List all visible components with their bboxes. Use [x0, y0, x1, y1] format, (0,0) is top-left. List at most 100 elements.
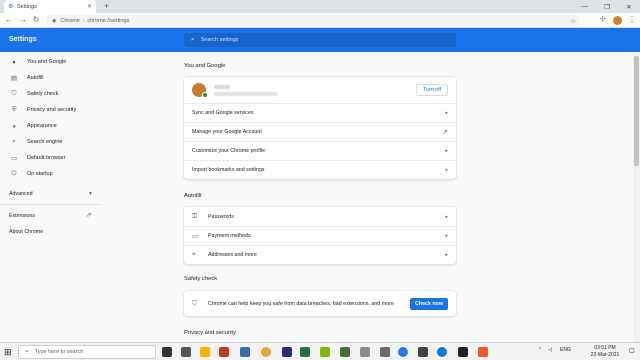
- photoshop-icon[interactable]: [282, 347, 292, 357]
- search-placeholder: Search settings: [200, 37, 239, 43]
- section-title-autofill: Autofill: [184, 193, 202, 199]
- search-icon: ⌕: [191, 36, 195, 43]
- settings-header: Settings ⌕ Search settings: [0, 28, 640, 52]
- sync-services-row[interactable]: Sync and Google services ▸: [184, 103, 456, 122]
- app-icon[interactable]: [398, 347, 408, 357]
- row-label: Passwords: [208, 213, 234, 220]
- taskbar-search-placeholder: Type here to search: [34, 349, 84, 355]
- address-bar[interactable]: ◉ Chrome | chrome://settings ☆: [46, 15, 580, 26]
- windows-taskbar: ⊞ ⌕ Type here to search ⌃ ◁ ENG 03:51 PM…: [0, 342, 640, 360]
- section-title-privacy: Privacy and security: [184, 330, 236, 336]
- chevron-right-icon: ▸: [445, 110, 448, 116]
- account-info: [214, 84, 278, 96]
- section-title-safety-check: Safety check: [184, 276, 218, 282]
- profile-row: Turn off: [184, 77, 456, 103]
- maximize-button[interactable]: ❐: [596, 0, 618, 13]
- turn-off-sync-button[interactable]: Turn off: [416, 84, 448, 96]
- row-label: Manage your Google Account: [192, 129, 262, 135]
- taskbar-search-input[interactable]: ⌕ Type here to search: [18, 345, 156, 359]
- chevron-right-icon: ▸: [445, 252, 448, 258]
- open-external-icon: ⇗: [442, 129, 448, 136]
- app-icon[interactable]: [219, 347, 229, 357]
- app-icon[interactable]: [458, 347, 468, 357]
- chrome-page-icon: ◉: [52, 17, 57, 24]
- task-view-icon[interactable]: [181, 347, 191, 357]
- row-label: Addresses and more: [208, 252, 257, 258]
- language-indicator[interactable]: ENG: [560, 347, 571, 353]
- tab-strip: ⚙ Settings ✕ + — ❐ ✕: [0, 0, 640, 13]
- tab-title: Settings: [17, 3, 37, 10]
- reload-icon[interactable]: ↻: [31, 15, 41, 25]
- tab-settings[interactable]: ⚙ Settings ✕: [4, 0, 96, 13]
- app-icon[interactable]: [340, 347, 350, 357]
- page-title: Settings: [9, 36, 37, 43]
- location-pin-icon: ⌖: [192, 251, 196, 258]
- notification-icon[interactable]: ▢: [629, 347, 635, 354]
- browser-toolbar: ← → ↻ ◉ Chrome | chrome://settings ☆ ✣ ⋮: [0, 13, 640, 28]
- excel-icon[interactable]: [300, 347, 310, 357]
- credit-card-icon: ▭: [192, 233, 199, 240]
- sync-badge-icon: [202, 92, 208, 98]
- tray-chevron-icon[interactable]: ⌃: [538, 347, 542, 353]
- back-icon[interactable]: ←: [4, 15, 14, 25]
- scrollbar-thumb[interactable]: [634, 56, 639, 166]
- gear-icon: ⚙: [8, 3, 14, 10]
- row-label: Sync and Google services: [192, 110, 254, 116]
- avatar: [192, 83, 208, 98]
- clock-date: 22-Mar-2021: [590, 352, 620, 358]
- account-name-redacted: [214, 84, 230, 89]
- payment-methods-row[interactable]: ▭ Payment methods ▸: [184, 226, 456, 245]
- windows-start-icon[interactable]: ⊞: [4, 347, 14, 357]
- chrome-icon[interactable]: [261, 347, 271, 357]
- chevron-right-icon: ▸: [445, 233, 448, 239]
- speaker-icon[interactable]: ◁: [548, 347, 552, 353]
- check-now-button[interactable]: Check now: [410, 297, 448, 310]
- new-tab-button[interactable]: +: [104, 1, 109, 12]
- safety-check-row: ⛉ Chrome can help keep you safe from dat…: [184, 291, 456, 316]
- passwords-row[interactable]: ⚿ Passwords ▸: [184, 207, 456, 226]
- safety-check-card: ⛉ Chrome can help keep you safe from dat…: [184, 291, 456, 316]
- profile-avatar[interactable]: [613, 16, 622, 25]
- section-title-you-and-google: You and Google: [184, 63, 226, 69]
- edge-icon[interactable]: [437, 347, 447, 357]
- app-icon[interactable]: [380, 347, 390, 357]
- autofill-card: ⚿ Passwords ▸ ▭ Payment methods ▸ ⌖ Addr…: [184, 207, 456, 264]
- safety-check-message: Chrome can help keep you safe from data …: [208, 300, 394, 307]
- search-icon: ⌕: [25, 348, 29, 355]
- close-window-button[interactable]: ✕: [618, 0, 640, 13]
- chevron-right-icon: ▸: [445, 148, 448, 154]
- you-and-google-card: Turn off Sync and Google services ▸ Mana…: [184, 77, 456, 179]
- cortana-icon[interactable]: [162, 347, 172, 357]
- manage-account-row[interactable]: Manage your Google Account ⇗: [184, 122, 456, 141]
- chevron-right-icon: ▸: [445, 167, 448, 173]
- settings-main: You and Google Turn off Sync and Google …: [0, 52, 634, 342]
- key-icon: ⚿: [192, 212, 197, 220]
- customize-profile-row[interactable]: Customize your Chrome profile ▸: [184, 141, 456, 160]
- address-url: chrome://settings: [87, 17, 130, 24]
- menu-kebab-icon[interactable]: ⋮: [628, 15, 636, 25]
- search-settings-input[interactable]: ⌕ Search settings: [184, 33, 456, 47]
- addresses-row[interactable]: ⌖ Addresses and more ▸: [184, 245, 456, 264]
- scrollbar[interactable]: [633, 52, 640, 342]
- address-host: Chrome: [60, 17, 80, 24]
- extensions-puzzle-icon[interactable]: ✣: [600, 15, 605, 23]
- shield-icon: ⛉: [192, 299, 197, 307]
- account-email-redacted: [214, 91, 278, 96]
- row-label: Payment methods: [208, 233, 251, 239]
- app-icon[interactable]: [360, 347, 370, 357]
- bookmark-star-icon[interactable]: ☆: [570, 17, 576, 25]
- forward-icon[interactable]: →: [18, 15, 28, 25]
- app-icon[interactable]: [240, 347, 250, 357]
- app-icon[interactable]: [320, 347, 330, 357]
- minimize-button[interactable]: —: [574, 0, 596, 13]
- clock-time: 03:51 PM: [594, 345, 616, 351]
- file-explorer-icon[interactable]: [200, 347, 210, 357]
- chevron-right-icon: ▸: [445, 213, 448, 220]
- app-icon[interactable]: [418, 347, 428, 357]
- app-icon[interactable]: [478, 347, 488, 357]
- address-separator: |: [82, 17, 85, 24]
- close-tab-icon[interactable]: ✕: [87, 3, 92, 10]
- import-bookmarks-row[interactable]: Import bookmarks and settings ▸: [184, 160, 456, 179]
- taskbar-clock[interactable]: 03:51 PM 22-Mar-2021: [585, 345, 625, 359]
- row-label: Import bookmarks and settings: [192, 167, 265, 173]
